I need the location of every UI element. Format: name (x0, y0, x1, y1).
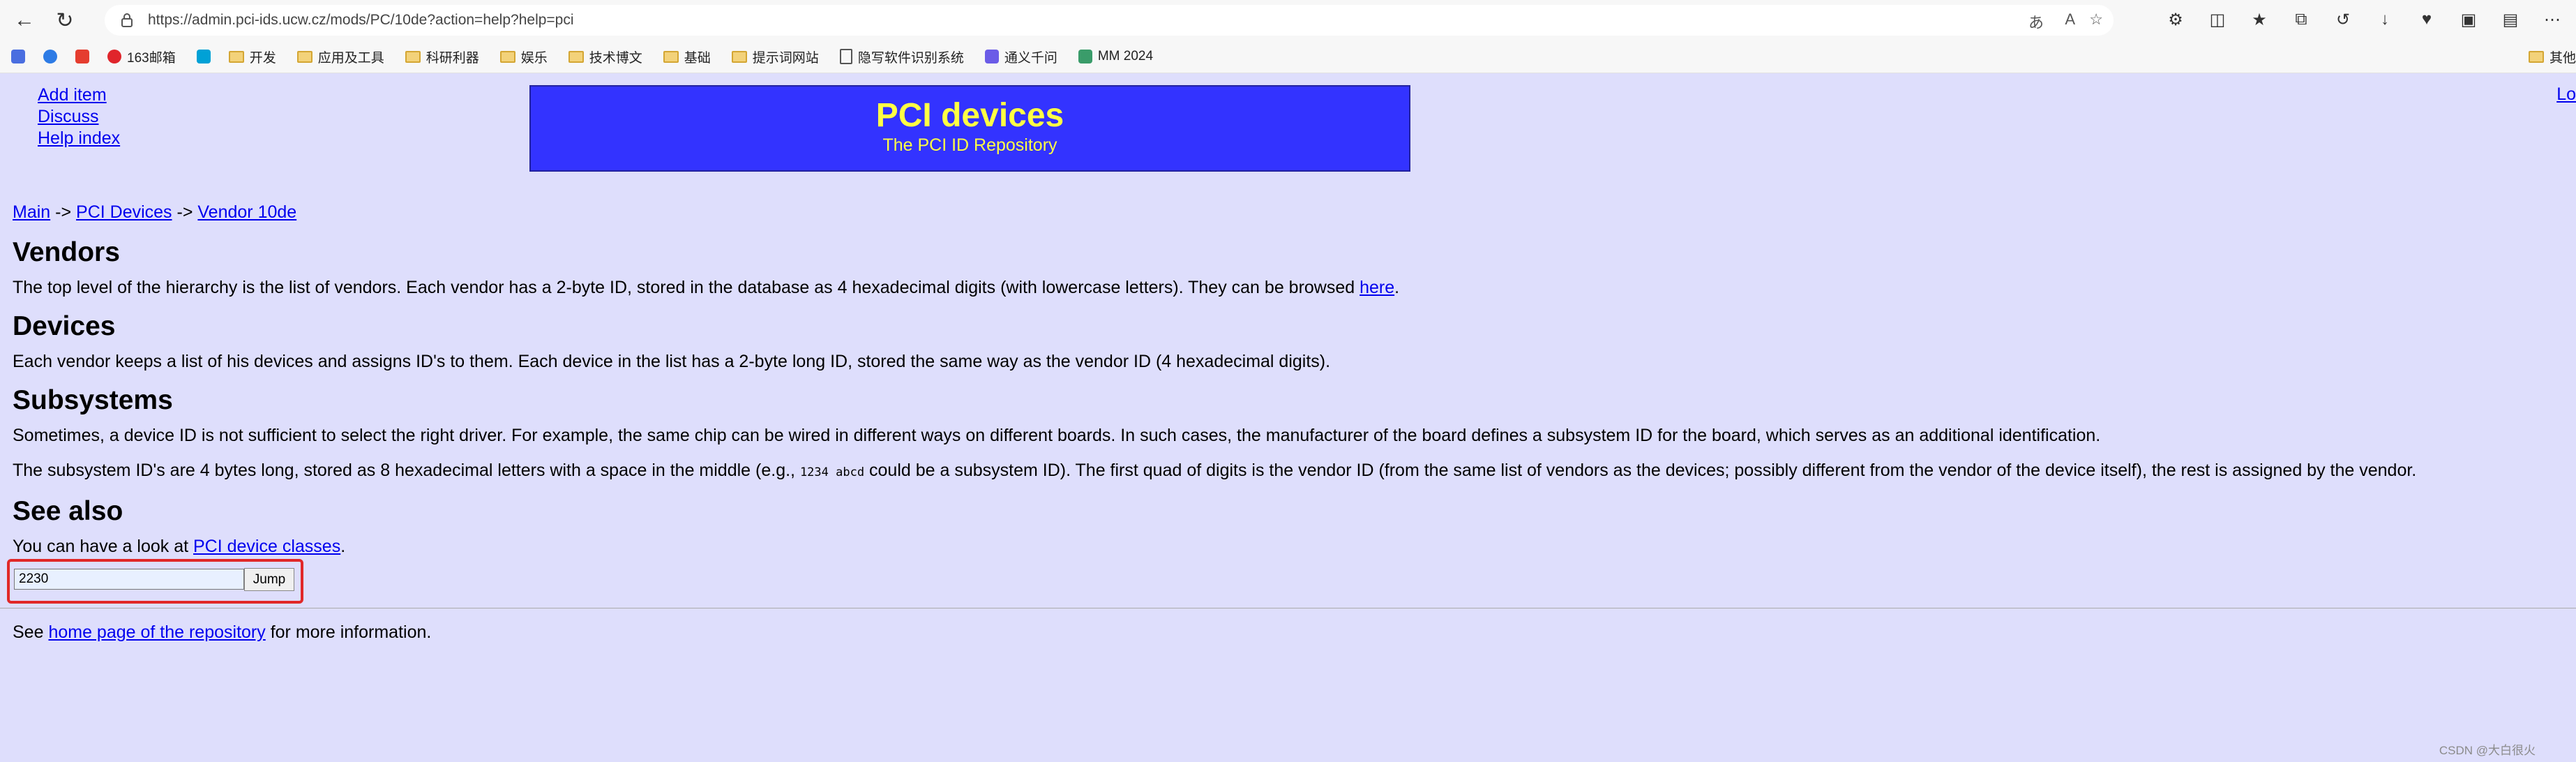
discuss-link[interactable]: Discuss (38, 106, 120, 128)
subsystems-heading: Subsystems (13, 385, 173, 415)
jump-button[interactable]: Jump (244, 568, 294, 591)
help-index-link[interactable]: Help index (38, 128, 120, 149)
devices-heading: Devices (13, 311, 116, 341)
pci-device-classes-link[interactable]: PCI device classes (193, 537, 340, 556)
sidebar-icon[interactable]: ▤ (2498, 7, 2523, 32)
home-page-link[interactable]: home page of the repository (48, 622, 265, 642)
downloads-icon[interactable]: ↓ (2372, 7, 2397, 32)
jump-input[interactable] (14, 569, 244, 590)
vendors-here-link[interactable]: here (1359, 278, 1394, 297)
favorites-icon[interactable]: ★ (2247, 7, 2272, 32)
subsystems-text-2: The subsystem ID's are 4 bytes long, sto… (13, 461, 2417, 480)
bookmark-folder-tools[interactable]: 应用及工具 (296, 47, 384, 66)
tongyi-icon (984, 50, 999, 64)
favorite-star-icon[interactable]: ☆ (2089, 10, 2103, 29)
side-links: Add item Discuss Help index (38, 84, 120, 149)
bookmark-163[interactable]: 163邮箱 (107, 47, 176, 66)
folder-icon (296, 50, 312, 63)
jump-form: Jump (7, 559, 2552, 604)
folder-icon (663, 50, 679, 63)
reload-icon[interactable]: ↻ (49, 4, 81, 36)
toolbar-icons: ⚙ ◫ ★ ⧉ ↺ ↓ ♥ ▣ ▤ ⋯ (2163, 7, 2565, 32)
folder-icon (568, 50, 584, 63)
collections-icon[interactable]: ⧉ (2289, 7, 2314, 32)
bookmark-folder-prompts[interactable]: 提示词网站 (731, 47, 819, 66)
folder-icon (228, 50, 244, 63)
performance-icon[interactable]: ♥ (2414, 7, 2439, 32)
breadcrumb: Main -> PCI Devices -> Vendor 10de (13, 202, 297, 222)
bookmarks-bar: 163邮箱 开发 应用及工具 科研利器 娱乐 技术博文 基础 提示词网站 隐写软… (0, 40, 2576, 73)
devices-text: Each vendor keeps a list of his devices … (13, 352, 1331, 371)
bookmark-folder-basics[interactable]: 基础 (663, 47, 711, 66)
split-screen-icon[interactable]: ◫ (2205, 7, 2230, 32)
folder-icon (405, 50, 421, 63)
page-icon (839, 49, 852, 64)
see-also-heading: See also (13, 496, 123, 526)
site-info-icon[interactable] (119, 12, 135, 29)
bookmark-stego[interactable]: 隐写软件识别系统 (839, 47, 964, 66)
read-aloud-icon[interactable]: A (2065, 10, 2075, 29)
bookmark-folder-blogs[interactable]: 技术博文 (568, 47, 642, 66)
breadcrumb-pci-devices[interactable]: PCI Devices (76, 202, 172, 222)
address-bar[interactable]: https://admin.pci-ids.ucw.cz/mods/PC/10d… (105, 5, 2114, 36)
web-page: Add item Discuss Help index PCI devices … (0, 73, 2576, 762)
folder-icon (499, 50, 515, 63)
subsystems-text-1: Sometimes, a device ID is not sufficient… (13, 426, 2101, 445)
subsystem-id-example: 1234 abcd (799, 465, 865, 479)
bookmark-app-icon[interactable] (11, 50, 31, 64)
folder-icon (731, 50, 747, 63)
bookmark-bili-icon[interactable] (196, 50, 216, 64)
bookmark-folder-fun[interactable]: 娱乐 (499, 47, 548, 66)
logo-subtitle: The PCI ID Repository (882, 135, 1057, 155)
main-content: Main -> PCI Devices -> Vendor 10de Vendo… (0, 201, 2576, 656)
bookmark-mm2024[interactable]: MM 2024 (1078, 49, 1153, 64)
history-icon[interactable]: ↺ (2330, 7, 2356, 32)
login-link[interactable]: Lo (2556, 84, 2576, 105)
add-item-link[interactable]: Add item (38, 84, 120, 106)
bookmark-tongyi[interactable]: 通义千问 (984, 47, 1057, 66)
vendors-heading: Vendors (13, 237, 120, 267)
bookmark-folder-research[interactable]: 科研利器 (405, 47, 479, 66)
vendors-text: The top level of the hierarchy is the li… (13, 278, 1400, 297)
logo-title: PCI devices (875, 97, 1064, 134)
folder-icon (2528, 50, 2544, 63)
breadcrumb-main[interactable]: Main (13, 202, 50, 222)
screenshot-icon[interactable]: ▣ (2456, 7, 2481, 32)
bookmark-folder-dev[interactable]: 开发 (228, 47, 276, 66)
mm-icon (1078, 50, 1092, 64)
url-text[interactable]: https://admin.pci-ids.ucw.cz/mods/PC/10d… (148, 12, 574, 29)
extensions-icon[interactable]: ⚙ (2163, 7, 2188, 32)
bookmark-red-icon[interactable] (75, 50, 95, 64)
breadcrumb-vendor[interactable]: Vendor 10de (197, 202, 296, 222)
back-icon[interactable]: ← (8, 4, 40, 36)
settings-more-icon[interactable]: ⋯ (2540, 7, 2565, 32)
site-logo-banner: PCI devices The PCI ID Repository (529, 85, 1410, 172)
browser-toolbar: ← ↻ https://admin.pci-ids.ucw.cz/mods/PC… (0, 0, 2576, 40)
footer-text: See home page of the repository for more… (13, 622, 432, 642)
translate-icon[interactable]: あ (2028, 10, 2044, 33)
bookmark-folder-other[interactable]: 其他 (2528, 47, 2576, 66)
see-also-text: You can have a look at PCI device classe… (13, 537, 346, 556)
watermark: CSDN @大白很火 (2439, 744, 2536, 757)
bookmark-search-icon[interactable] (43, 50, 63, 64)
